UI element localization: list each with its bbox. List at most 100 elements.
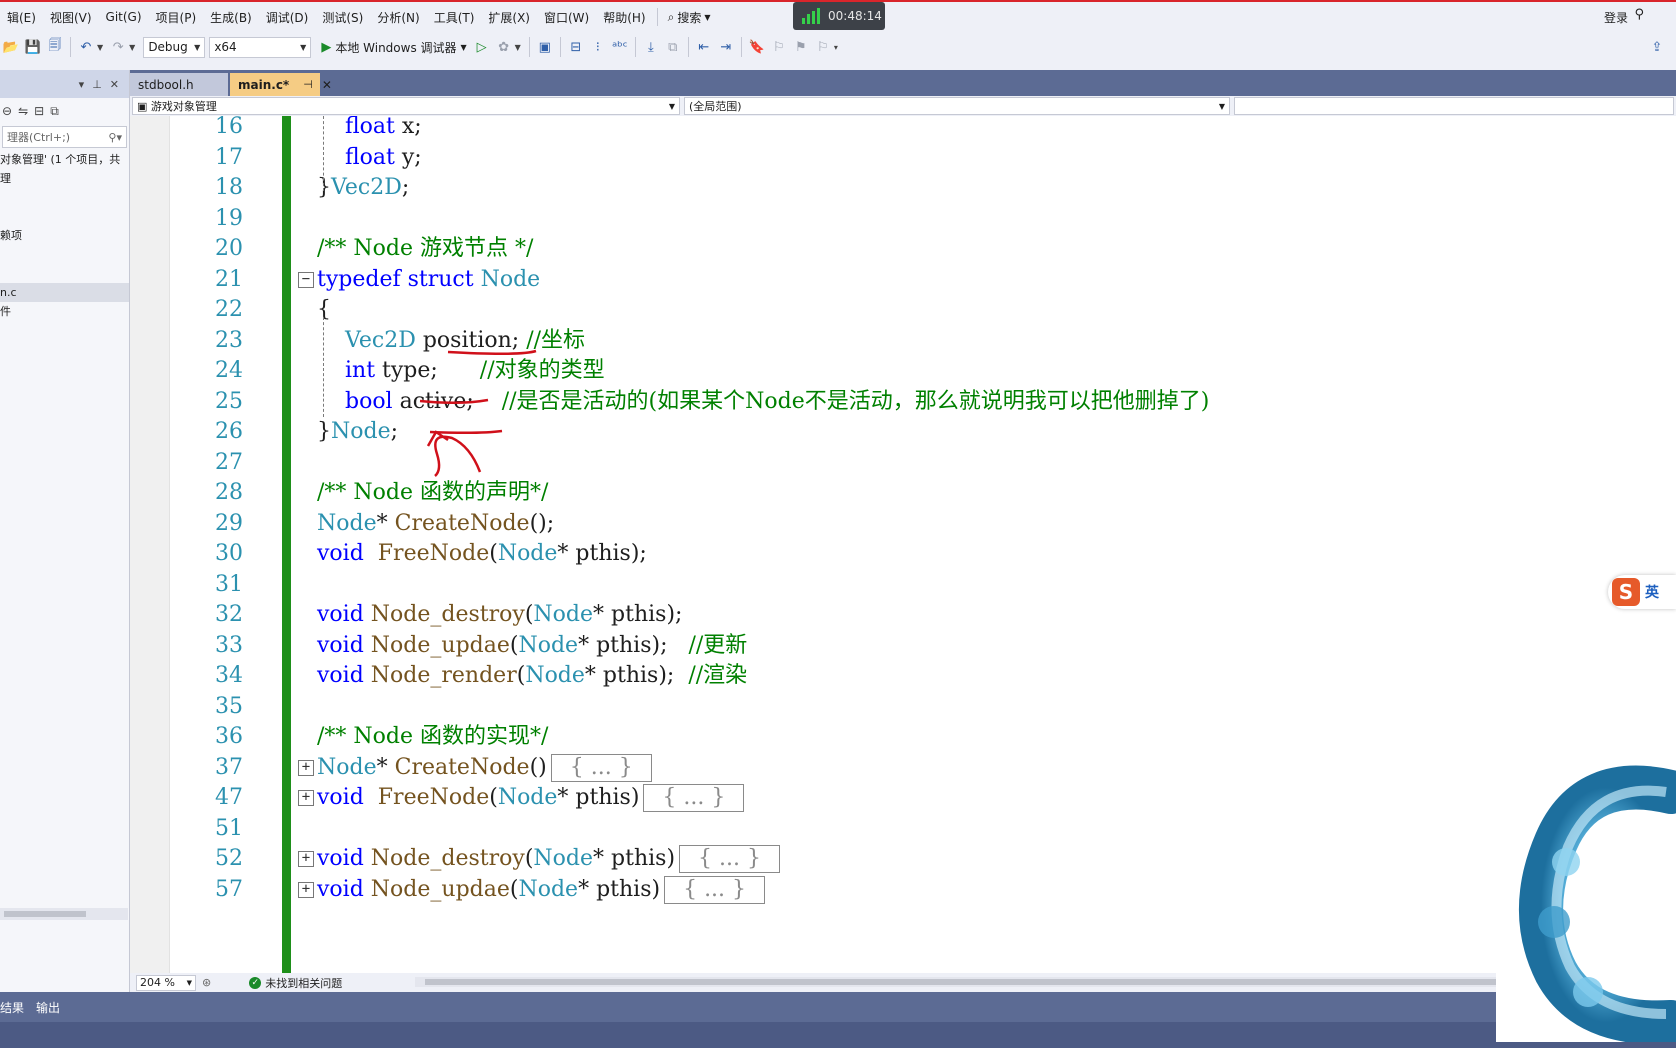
code-line[interactable]: 19 xyxy=(170,203,1670,236)
hot-reload-icon[interactable]: ✿ xyxy=(494,37,514,57)
pin-icon[interactable]: ⊥ xyxy=(92,78,102,91)
solution-search-input[interactable]: 理器(Ctrl+;) ⚲▾ xyxy=(2,126,127,148)
menu-item[interactable]: 分析(N) xyxy=(370,9,426,26)
expand-icon[interactable]: + xyxy=(298,881,314,898)
collapsed-region[interactable]: { ... } xyxy=(679,845,780,873)
expand-icon[interactable]: + xyxy=(298,851,314,867)
undo-icon[interactable]: ↶ xyxy=(76,37,96,57)
spell-check-icon[interactable]: ᵃᵇᶜ xyxy=(610,37,630,57)
platform-select[interactable]: x64 ▼ xyxy=(209,36,312,58)
undo-dropdown-icon[interactable]: ▼ xyxy=(97,43,103,52)
code-line[interactable]: 33 void Node_updae(Node* pthis); //更新 xyxy=(170,630,1670,663)
save-icon[interactable]: 💾 xyxy=(23,37,43,57)
code-line[interactable]: 51 xyxy=(170,813,1670,846)
code-line[interactable]: 34 void Node_render(Node* pthis); //渲染 xyxy=(170,660,1670,693)
code-line[interactable]: 35 xyxy=(170,691,1670,724)
save-all-icon[interactable]: 🗐 xyxy=(45,37,65,57)
code-line[interactable]: 25 bool active; //是否是活动的(如果某个Node不是活动，那么… xyxy=(170,386,1670,419)
tree-item[interactable] xyxy=(0,188,129,207)
hot-reload-dropdown-icon[interactable]: ▼ xyxy=(515,43,521,52)
tree-item[interactable]: 件 xyxy=(0,302,129,321)
menu-item[interactable]: 调试(D) xyxy=(259,9,316,26)
collapsed-region[interactable]: { ... } xyxy=(643,784,745,812)
step-over-icon[interactable]: ⧉ xyxy=(663,37,683,57)
start-debugging-button[interactable]: ▶ 本地 Windows 调试器 ▼ xyxy=(317,39,470,56)
tab-main-c[interactable]: main.c* ⊣ ✕ xyxy=(230,73,332,96)
back-icon[interactable]: ⊖ xyxy=(2,104,12,118)
code-line[interactable]: 57 + void Node_updae(Node* pthis){ ... } xyxy=(170,874,1670,907)
project-select[interactable]: ▣ 游戏对象管理 ▼ xyxy=(132,97,680,115)
collapsed-region[interactable]: { ... } xyxy=(664,875,766,904)
ime-language[interactable]: 英 xyxy=(1645,582,1659,602)
tree-item[interactable]: 对象管理' (1 个项目，共 xyxy=(0,150,129,169)
tree-item[interactable] xyxy=(0,207,129,226)
start-without-debugging-icon[interactable]: ▷ xyxy=(472,37,492,57)
code-line[interactable]: 22 { xyxy=(170,294,1670,327)
code-line[interactable]: 17 float y; xyxy=(170,142,1670,175)
next-bookmark-icon[interactable]: ⚑ xyxy=(791,37,811,57)
code-line[interactable]: 23 Vec2D position; //坐标 xyxy=(170,325,1670,358)
pin-tab-icon[interactable]: ⊣ xyxy=(303,78,313,91)
menu-item[interactable]: 辑(E) xyxy=(0,9,43,26)
code-line[interactable]: 32 void Node_destroy(Node* pthis); xyxy=(170,599,1670,632)
code-line[interactable]: 36 /** Node 函数的实现*/ xyxy=(170,721,1670,754)
outdent-icon[interactable]: ⇤ xyxy=(694,37,714,57)
share-icon[interactable]: ⇪ xyxy=(1647,37,1667,57)
tab-stdbool-h[interactable]: stdbool.h xyxy=(130,73,228,96)
sync-icon[interactable]: ⇋ xyxy=(18,104,28,118)
menu-item[interactable]: 帮助(H) xyxy=(596,9,652,26)
code-line[interactable]: 30 void FreeNode(Node* pthis); xyxy=(170,538,1670,571)
indent-icon[interactable]: ⇥ xyxy=(716,37,736,57)
code-line[interactable]: 27 xyxy=(170,447,1670,480)
menu-item[interactable]: 工具(T) xyxy=(427,9,482,26)
toolbar-options-icon[interactable]: ▾ xyxy=(834,43,838,52)
open-folder-icon[interactable]: 📂 xyxy=(1,37,21,57)
login-link[interactable]: 登录 xyxy=(1604,9,1628,26)
tree-item[interactable]: 理 xyxy=(0,169,129,188)
code-line[interactable]: 37 + Node* CreateNode(){ ... } xyxy=(170,752,1670,785)
tree-item[interactable] xyxy=(0,245,129,264)
menu-item[interactable]: 窗口(W) xyxy=(537,9,596,26)
scope-select[interactable]: (全局范围) ▼ xyxy=(684,97,1230,115)
tree-item[interactable]: n.c xyxy=(0,283,129,302)
layout-icon[interactable]: ⊟ xyxy=(566,37,586,57)
menu-item[interactable]: 扩展(X) xyxy=(481,9,537,26)
code-line[interactable]: 24 int type; //对象的类型 xyxy=(170,355,1670,388)
code-line[interactable]: 47 + void FreeNode(Node* pthis){ ... } xyxy=(170,782,1670,815)
menu-item[interactable]: 生成(B) xyxy=(203,9,259,26)
member-select[interactable] xyxy=(1234,97,1674,115)
menu-item[interactable]: Git(G) xyxy=(99,10,149,24)
collapse-all-icon[interactable]: ⊟ xyxy=(34,104,44,118)
code-line[interactable]: 26}Node; xyxy=(170,416,1670,449)
feedback-icon[interactable]: ⚲ xyxy=(1634,7,1644,22)
solution-explorer-icon[interactable]: ▣ xyxy=(535,37,555,57)
code-line[interactable]: 21 − typedef struct Node xyxy=(170,264,1670,297)
editor-horizontal-scrollbar[interactable] xyxy=(415,977,1625,987)
previous-bookmark-icon[interactable]: ⚐ xyxy=(769,37,789,57)
code-line[interactable]: 20 /** Node 游戏节点 */ xyxy=(170,233,1670,266)
comment-icon[interactable]: ⁝ xyxy=(588,37,608,57)
collapsed-region[interactable]: { ... } xyxy=(550,753,652,782)
redo-icon[interactable]: ↷ xyxy=(108,37,128,57)
code-line[interactable]: 29 Node* CreateNode(); xyxy=(170,508,1670,541)
issues-indicator[interactable]: ✓ 未找到相关问题 xyxy=(249,975,342,991)
menu-item[interactable]: 项目(P) xyxy=(149,9,204,26)
zoom-select[interactable]: 204 % ▼ xyxy=(136,974,196,991)
code-line[interactable]: 18}Vec2D; xyxy=(170,172,1670,205)
code-line[interactable]: 31 xyxy=(170,569,1670,602)
panel-dropdown-icon[interactable]: ▾ xyxy=(79,78,85,91)
show-all-files-icon[interactable]: ⧉ xyxy=(50,104,59,119)
ime-toolbar[interactable]: S 英 xyxy=(1608,575,1676,609)
close-icon[interactable]: ✕ xyxy=(110,78,119,91)
panel-horizontal-scrollbar[interactable] xyxy=(0,908,128,920)
tree-item[interactable] xyxy=(0,264,129,283)
collapse-icon[interactable]: − xyxy=(298,271,314,288)
tab-output[interactable]: 输出 xyxy=(36,999,60,1016)
configuration-select[interactable]: Debug ▼ xyxy=(143,36,206,58)
code-line[interactable]: 52 + void Node_destroy(Node* pthis){ ... } xyxy=(170,843,1670,876)
bookmark-icon[interactable]: 🔖 xyxy=(747,37,767,57)
search-menu[interactable]: ⌕ 搜索 ▼ xyxy=(662,9,717,26)
expand-icon[interactable]: + xyxy=(298,790,314,806)
step-icon[interactable]: ⤓ xyxy=(641,37,661,57)
clear-bookmarks-icon[interactable]: ⚐ xyxy=(813,37,833,57)
